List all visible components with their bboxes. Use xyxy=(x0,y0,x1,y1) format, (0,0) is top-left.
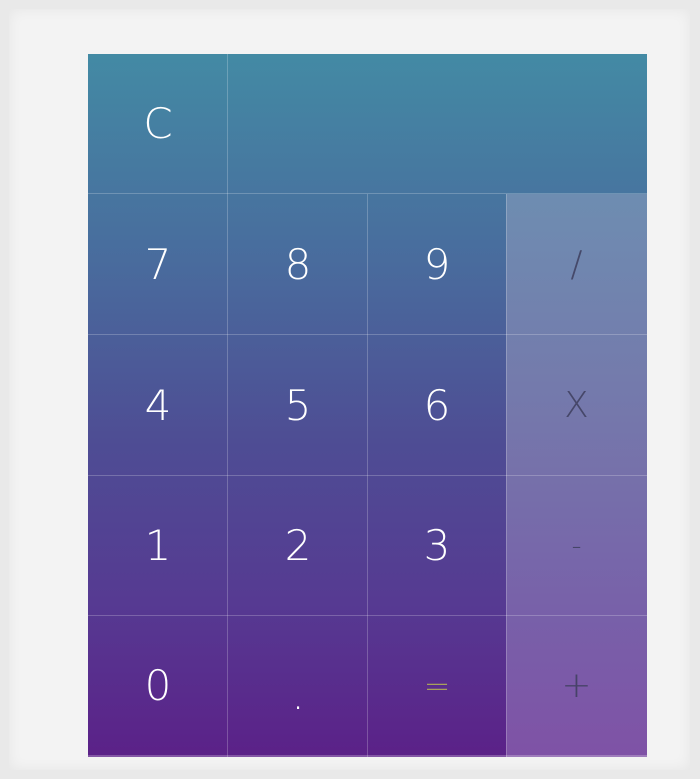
multiply-button[interactable]: X xyxy=(506,335,647,476)
page-background: C 7 8 9 / 4 5 6 X 1 2 3 - 0 . = + xyxy=(9,9,690,770)
decimal-button[interactable]: . xyxy=(228,616,368,756)
key-1-button[interactable]: 1 xyxy=(88,476,228,616)
grid-divider xyxy=(88,475,647,476)
subtract-button[interactable]: - xyxy=(506,476,647,616)
grid-divider xyxy=(88,334,647,335)
divide-button[interactable]: / xyxy=(506,194,647,335)
calculator-bottom-edge xyxy=(88,755,647,757)
key-9-button[interactable]: 9 xyxy=(368,194,506,335)
calculator-display xyxy=(228,54,647,194)
key-6-button[interactable]: 6 xyxy=(368,335,506,476)
key-8-button[interactable]: 8 xyxy=(228,194,368,335)
grid-divider xyxy=(88,615,647,616)
calculator: C 7 8 9 / 4 5 6 X 1 2 3 - 0 . = + xyxy=(88,54,647,757)
add-button[interactable]: + xyxy=(506,616,647,756)
key-4-button[interactable]: 4 xyxy=(88,335,228,476)
grid-divider xyxy=(227,54,228,757)
key-7-button[interactable]: 7 xyxy=(88,194,228,335)
clear-button[interactable]: C xyxy=(88,54,228,194)
equals-button[interactable]: = xyxy=(368,616,506,756)
key-5-button[interactable]: 5 xyxy=(228,335,368,476)
key-2-button[interactable]: 2 xyxy=(228,476,368,616)
key-3-button[interactable]: 3 xyxy=(368,476,506,616)
key-0-button[interactable]: 0 xyxy=(88,616,228,756)
grid-divider xyxy=(88,193,647,194)
